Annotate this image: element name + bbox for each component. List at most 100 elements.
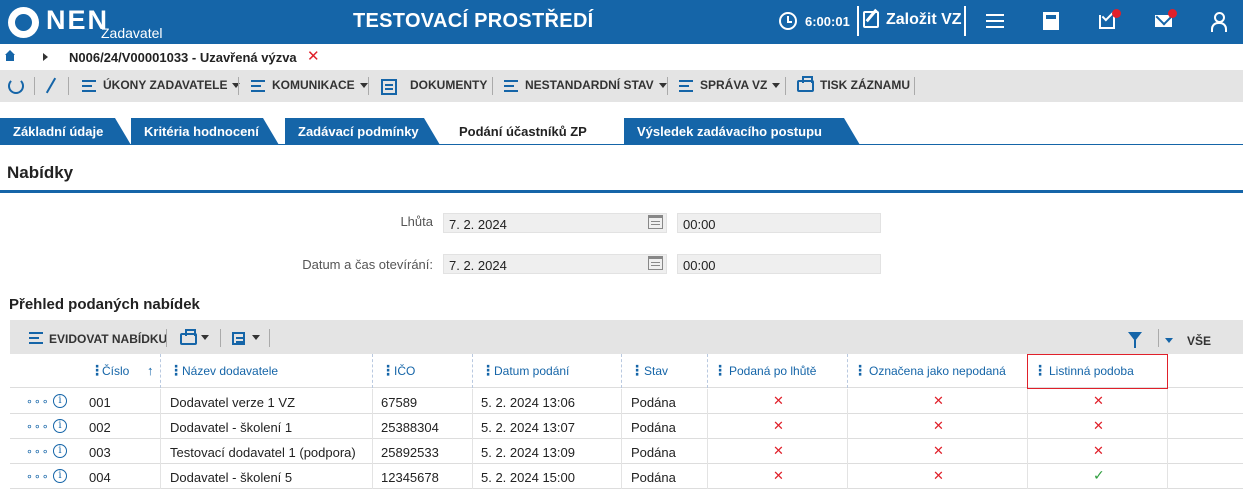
cell-datum: 5. 2. 2024 13:06 <box>481 395 575 410</box>
nestandardni-stav-menu[interactable]: NESTANDARDNÍ STAV <box>525 78 667 92</box>
column-menu-icon[interactable]: ⋮ <box>481 362 495 379</box>
grid-title: Přehled podaných nabídek <box>9 296 200 313</box>
tab-zadavaci-podminky[interactable]: Zadávací podmínky <box>285 118 440 145</box>
column-header-nazev[interactable]: Název dodavatele <box>182 364 278 378</box>
cell-datum: 5. 2. 2024 13:07 <box>481 420 575 435</box>
tab-zakladni-udaje[interactable]: Základní údaje <box>0 118 131 145</box>
cell-divider <box>472 464 473 489</box>
cell-divider <box>160 464 161 489</box>
cell-divider <box>621 414 622 439</box>
clock-icon <box>779 12 797 30</box>
table-row[interactable]: ∘∘∘ i 002 Dodavatel - školení 1 25388304… <box>10 414 1243 439</box>
ukony-zadavatele-menu[interactable]: ÚKONY ZADAVATELE <box>103 78 241 92</box>
print-dropdown-icon[interactable] <box>180 329 197 345</box>
cross-icon: ✕ <box>1093 393 1104 408</box>
evidovat-nabidku-button[interactable]: EVIDOVAT NABÍDKU <box>49 332 167 346</box>
tab-strip: Základní údaje Kritéria hodnocení Zadáva… <box>0 118 1243 145</box>
home-icon[interactable] <box>4 50 16 62</box>
cell-stav: Podána <box>631 395 676 410</box>
nestandardni-label: NESTANDARDNÍ STAV <box>525 78 654 92</box>
table-row[interactable]: ∘∘∘ i 003 Testovací dodavatel 1 (podpora… <box>10 439 1243 464</box>
dokumenty-button[interactable]: DOKUMENTY <box>410 78 487 92</box>
calendar-icon[interactable] <box>648 256 663 270</box>
cross-icon: ✕ <box>933 468 944 483</box>
info-icon[interactable]: i <box>53 394 67 408</box>
row-actions-icon[interactable]: ∘∘∘ <box>26 420 50 433</box>
row-actions-icon[interactable]: ∘∘∘ <box>26 470 50 483</box>
otevirani-date-field[interactable]: 7. 2. 2024 <box>443 254 667 274</box>
info-icon[interactable]: i <box>53 419 67 433</box>
lhuta-date-field[interactable]: 7. 2. 2024 <box>443 213 667 233</box>
inbox-badge <box>1112 9 1121 18</box>
tab-vysledek[interactable]: Výsledek zadávacího postupu <box>624 118 860 145</box>
column-menu-icon[interactable]: ⋮ <box>381 362 395 379</box>
cell-divider <box>621 464 622 489</box>
lhuta-time-field[interactable]: 00:00 <box>677 213 881 233</box>
user-icon[interactable] <box>1211 12 1227 32</box>
app-role: Zadavatel <box>101 25 163 41</box>
row-actions-icon[interactable]: ∘∘∘ <box>26 445 50 458</box>
app-logo[interactable]: NEN <box>46 5 109 36</box>
table-row[interactable]: ∘∘∘ i 004 Dodavatel - školení 5 12345678… <box>10 464 1243 489</box>
info-icon[interactable]: i <box>53 469 67 483</box>
column-divider[interactable] <box>621 354 622 388</box>
nen-logo-icon <box>8 7 39 38</box>
column-header-stav[interactable]: Stav <box>644 364 668 378</box>
column-divider[interactable] <box>160 354 161 388</box>
column-header-po-lhute[interactable]: Podaná po lhůtě <box>729 364 816 378</box>
info-icon[interactable]: i <box>53 444 67 458</box>
inbox-icon[interactable] <box>1099 15 1115 29</box>
create-vz-button[interactable]: Založit VZ <box>886 11 962 29</box>
cross-icon: ✕ <box>933 418 944 433</box>
sprava-label: SPRÁVA VZ <box>700 78 768 92</box>
tab-podani-ucastniku[interactable]: Podání účastníků ZP <box>446 118 624 145</box>
tab-kriteria-hodnoceni[interactable]: Kritéria hodnocení <box>131 118 279 145</box>
export-icon[interactable] <box>232 332 245 345</box>
edit-icon[interactable] <box>863 11 879 28</box>
row-actions-icon[interactable]: ∘∘∘ <box>26 395 50 408</box>
column-menu-icon[interactable]: ⋮ <box>169 362 183 379</box>
tisk-zaznamu-button[interactable]: TISK ZÁZNAMU <box>820 78 910 92</box>
cell-divider <box>1167 389 1168 414</box>
column-header-cislo[interactable]: Číslo <box>102 364 129 378</box>
breadcrumb-item[interactable]: N006/24/V00001033 - Uzavřená výzva <box>69 50 297 65</box>
cell-stav: Podána <box>631 420 676 435</box>
column-menu-icon[interactable]: ⋮ <box>853 362 867 379</box>
cell-cislo: 002 <box>89 420 111 435</box>
calculator-icon[interactable] <box>1043 12 1059 30</box>
otevirani-time-field[interactable]: 00:00 <box>677 254 881 274</box>
chevron-down-icon[interactable] <box>1165 338 1173 343</box>
column-divider[interactable] <box>707 354 708 388</box>
refresh-icon[interactable] <box>8 78 24 94</box>
toolbar-divider <box>269 329 270 347</box>
cell-ico: 25388304 <box>381 420 439 435</box>
cell-divider <box>372 414 373 439</box>
column-menu-icon[interactable]: ⋮ <box>630 362 644 379</box>
cell-datum: 5. 2. 2024 13:09 <box>481 445 575 460</box>
column-divider[interactable] <box>372 354 373 388</box>
chevron-down-icon[interactable] <box>201 335 209 340</box>
komunikace-label: KOMUNIKACE <box>272 78 355 92</box>
menu-icon[interactable] <box>986 14 1004 28</box>
calendar-icon[interactable] <box>648 215 663 229</box>
komunikace-menu[interactable]: KOMUNIKACE <box>272 78 368 92</box>
view-all-button[interactable]: VŠE <box>1187 334 1211 348</box>
chevron-down-icon[interactable] <box>252 335 260 340</box>
column-menu-icon[interactable]: ⋮ <box>713 362 727 379</box>
filter-icon[interactable] <box>1128 332 1142 348</box>
column-header-nepodana[interactable]: Označena jako nepodaná <box>869 364 1006 378</box>
column-divider[interactable] <box>847 354 848 388</box>
sprava-vz-menu[interactable]: SPRÁVA VZ <box>700 78 781 92</box>
column-header-ico[interactable]: IČO <box>394 364 415 378</box>
table-row[interactable]: ∘∘∘ i 001 Dodavatel verze 1 VZ 67589 5. … <box>10 389 1243 414</box>
pencil-icon[interactable] <box>45 77 57 94</box>
list-icon <box>82 80 96 92</box>
grid-toolbar: EVIDOVAT NABÍDKU <box>10 320 1243 354</box>
close-icon[interactable]: ✕ <box>307 47 320 65</box>
column-header-datum[interactable]: Datum podání <box>494 364 569 378</box>
ukony-label: ÚKONY ZADAVATELE <box>103 78 228 92</box>
cell-divider <box>707 464 708 489</box>
cross-icon: ✕ <box>773 418 784 433</box>
sort-ascending-icon[interactable]: ↑ <box>147 363 154 378</box>
column-divider[interactable] <box>472 354 473 388</box>
